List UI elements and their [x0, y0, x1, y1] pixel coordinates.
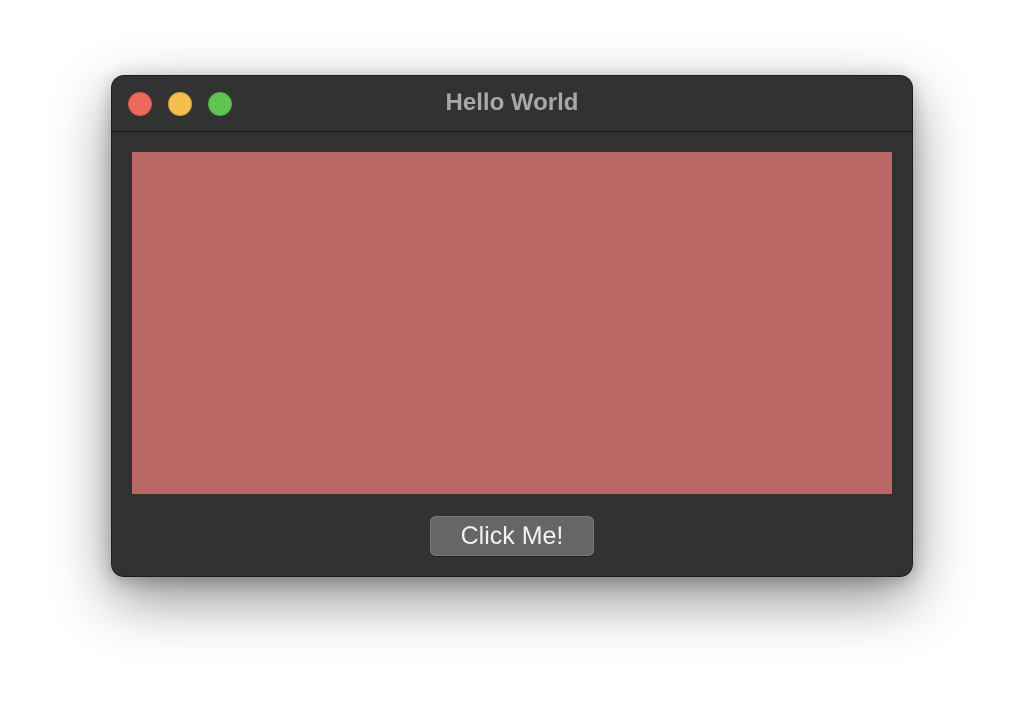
- title-bar[interactable]: Hello World: [112, 76, 912, 132]
- minimize-icon[interactable]: [168, 92, 192, 116]
- color-canvas: [132, 152, 892, 494]
- click-me-button[interactable]: Click Me!: [430, 516, 594, 556]
- close-icon[interactable]: [128, 92, 152, 116]
- window-title: Hello World: [445, 89, 579, 116]
- zoom-icon[interactable]: [208, 92, 232, 116]
- app-window: Hello World Click Me!: [112, 76, 912, 576]
